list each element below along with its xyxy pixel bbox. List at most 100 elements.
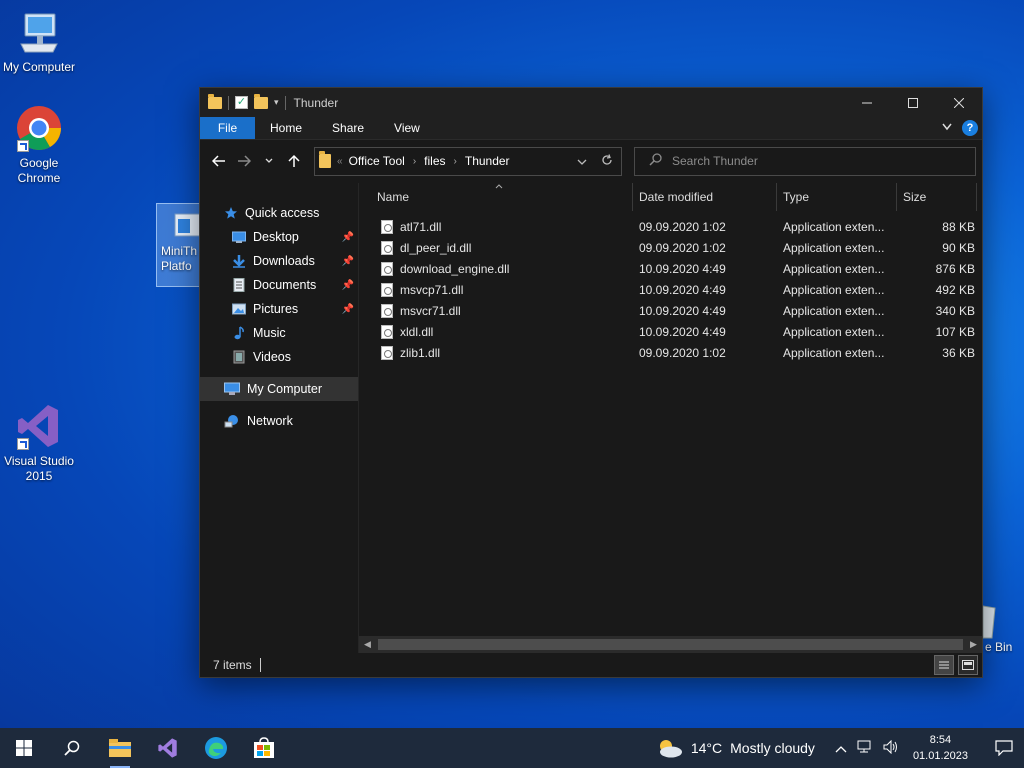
chevron-right-icon[interactable]: › [413,156,416,167]
refresh-icon[interactable] [601,153,613,169]
taskbar-visual-studio[interactable] [144,728,192,768]
network-icon[interactable] [857,740,873,757]
file-name: zlib1.dll [400,345,441,360]
sidebar-item-pictures[interactable]: Pictures 📌 [200,297,358,321]
sidebar-item-videos[interactable]: Videos [200,345,358,369]
title-bar[interactable]: ✓ ▾ Thunder [200,88,982,117]
breadcrumb-office-tool[interactable]: Office Tool [349,154,405,168]
sidebar-item-desktop[interactable]: Desktop 📌 [200,225,358,249]
breadcrumb-thunder[interactable]: Thunder [465,154,510,168]
weather-widget[interactable]: 14°C Mostly cloudy [655,738,815,758]
file-explorer-window[interactable]: ✓ ▾ Thunder File Home Share View ? « Off… [199,87,983,678]
desktop-icon-visual-studio[interactable]: Visual Studio 2015 [0,402,78,484]
maximize-button[interactable] [890,88,936,117]
column-header-label: Date modified [639,190,714,204]
start-button[interactable] [0,728,48,768]
divider [259,658,261,672]
edge-icon [205,737,227,759]
table-row[interactable]: dl_peer_id.dll 09.09.2020 1:02 Applicati… [359,237,982,258]
details-view-button[interactable] [934,655,954,675]
window-controls [844,88,982,117]
sidebar-item-music[interactable]: Music [200,321,358,345]
table-row[interactable]: xldl.dll 10.09.2020 4:49 Application ext… [359,321,982,342]
scroll-right-icon[interactable]: ▶ [965,639,982,650]
recycle-bin-icon [983,604,997,640]
sidebar-item-label: Music [253,326,286,340]
column-header-size[interactable]: Size [897,183,977,211]
tab-file[interactable]: File [200,117,255,139]
close-button[interactable] [936,88,982,117]
file-type: Application exten... [783,324,885,339]
help-icon[interactable]: ? [962,120,978,136]
address-bar[interactable]: « Office Tool › files › Thunder [314,146,622,176]
back-button[interactable] [208,150,230,172]
table-row[interactable]: msvcp71.dll 10.09.2020 4:49 Application … [359,279,982,300]
explorer-body: Quick access Desktop 📌 Downloads 📌 Docum… [200,183,982,653]
customize-toolbar-icon[interactable]: ▾ [274,97,279,108]
taskbar-file-explorer[interactable] [96,728,144,768]
sidebar-item-my-computer[interactable]: My Computer [200,377,358,401]
horizontal-scrollbar[interactable]: ◀ ▶ [359,636,982,653]
desktop-icon-my-computer[interactable]: My Computer [0,8,78,75]
file-date: 10.09.2020 4:49 [639,324,726,339]
search-button[interactable] [48,728,96,768]
file-name: msvcp71.dll [400,282,464,297]
table-row[interactable]: download_engine.dll 10.09.2020 4:49 Appl… [359,258,982,279]
sidebar-item-label: My Computer [247,382,323,396]
column-header-label: Type [783,190,810,204]
chevron-right-icon[interactable]: › [454,156,457,167]
column-header-date-modified[interactable]: Date modified [633,183,777,211]
sidebar-item-documents[interactable]: Documents 📌 [200,273,358,297]
scrollbar-thumb[interactable] [378,639,963,650]
dll-file-icon [381,345,393,360]
tab-home[interactable]: Home [255,117,317,139]
forward-button[interactable] [233,150,255,172]
sidebar-item-network[interactable]: Network [200,409,358,433]
sidebar-item-quick-access[interactable]: Quick access [200,201,358,225]
file-list-view[interactable]: Name Date modified Type Size atl71.dll 0… [358,183,982,653]
pin-icon[interactable]: 📌 [342,232,354,243]
dll-file-icon [381,303,393,318]
status-bar: 7 items [200,653,982,677]
new-folder-icon[interactable] [254,93,268,109]
breadcrumb-overflow[interactable]: « [337,156,343,167]
column-header-type[interactable]: Type [777,183,897,211]
up-button[interactable] [283,150,305,172]
navigation-pane[interactable]: Quick access Desktop 📌 Downloads 📌 Docum… [200,183,358,653]
volume-icon[interactable] [883,739,899,757]
file-name: xldl.dll [400,324,434,339]
scroll-left-icon[interactable]: ◀ [359,639,376,650]
search-input[interactable] [672,154,952,168]
quick-access-toolbar: ✓ ▾ [208,93,286,110]
table-row[interactable]: atl71.dll 09.09.2020 1:02 Application ex… [359,216,982,237]
chevron-up-icon[interactable] [835,741,847,756]
pin-icon[interactable]: 📌 [342,256,354,267]
properties-icon[interactable]: ✓ [235,96,248,109]
tab-share[interactable]: Share [317,117,379,139]
recent-locations-button[interactable] [258,150,280,172]
search-icon [649,153,662,169]
sidebar-item-downloads[interactable]: Downloads 📌 [200,249,358,273]
sidebar-item-label: Quick access [245,206,320,220]
pin-icon[interactable]: 📌 [342,280,354,291]
taskbar-store[interactable] [240,728,288,768]
clock[interactable]: 8:54 01.01.2023 [913,732,968,764]
search-box[interactable] [634,146,976,176]
pin-icon[interactable]: 📌 [342,304,354,315]
desktop-icon-recycle-bin[interactable]: e Bin [983,604,1024,655]
desktop-icon-google-chrome[interactable]: Google Chrome [0,104,78,186]
tab-view[interactable]: View [379,117,435,139]
navigation-bar: « Office Tool › files › Thunder [200,140,982,182]
table-row[interactable]: zlib1.dll 09.09.2020 1:02 Application ex… [359,342,982,363]
expand-ribbon-icon[interactable] [942,122,952,134]
desktop-icon-label: Visual Studio 2015 [4,454,74,483]
desktop-icon-minith-platform[interactable]: MiniTh Platfo [156,203,202,287]
large-icons-view-button[interactable] [958,655,978,675]
breadcrumb-files[interactable]: files [424,154,445,168]
minimize-button[interactable] [844,88,890,117]
taskbar-edge[interactable] [192,728,240,768]
notification-center-button[interactable] [984,740,1024,756]
address-dropdown-icon[interactable] [577,154,587,169]
file-name: download_engine.dll [400,261,510,276]
table-row[interactable]: msvcr71.dll 10.09.2020 4:49 Application … [359,300,982,321]
